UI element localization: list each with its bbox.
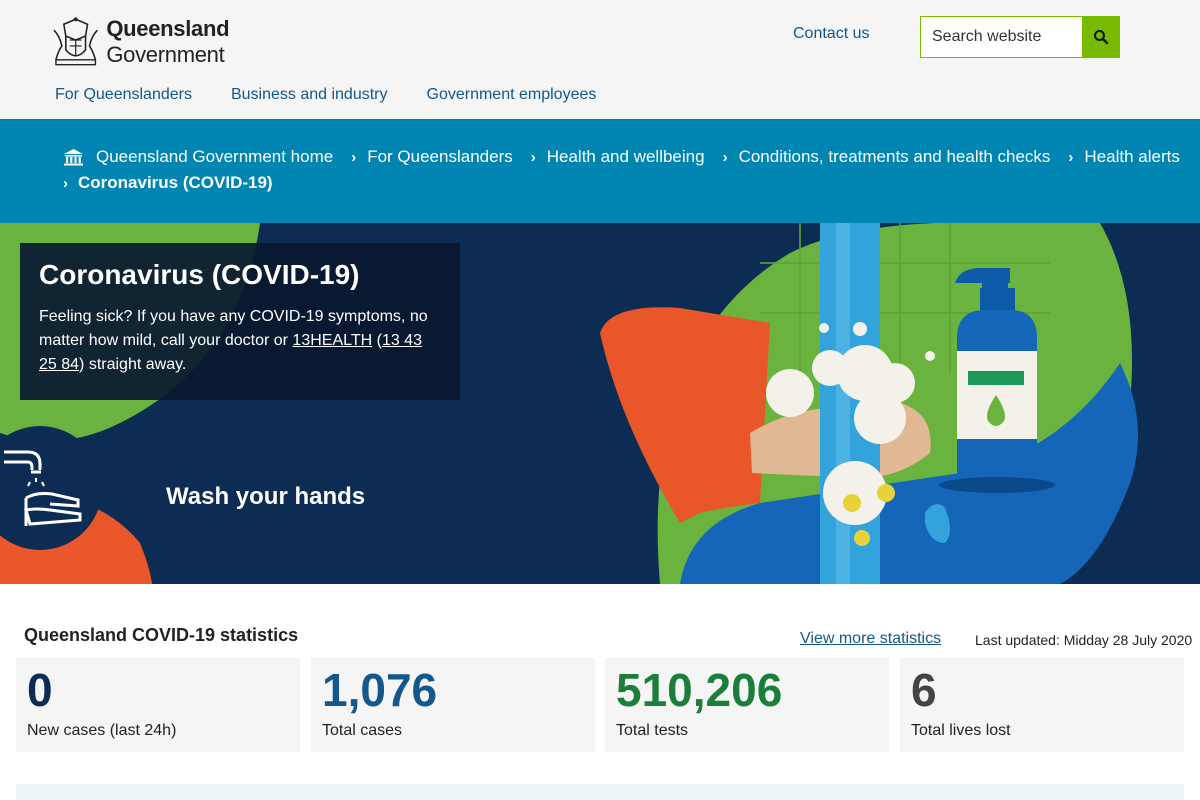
coat-of-arms-icon bbox=[53, 17, 98, 66]
bank-building-icon bbox=[63, 148, 84, 166]
hero-title: Coronavirus (COVID-19) bbox=[39, 259, 360, 290]
hero-text: Feeling sick? If you have any COVID-19 s… bbox=[39, 305, 441, 377]
breadcrumb-label: Queensland Government home bbox=[96, 147, 334, 166]
stat-card-new-cases: 0 New cases (last 24h) bbox=[16, 658, 300, 752]
logo-bold-text: Queensland bbox=[106, 16, 230, 41]
view-more-statistics-link[interactable]: View more statistics bbox=[800, 630, 941, 648]
search-form bbox=[920, 16, 1120, 58]
logo-light-text: Government bbox=[106, 42, 225, 67]
qld-gov-logo[interactable]: Queensland Government bbox=[50, 16, 350, 68]
breadcrumb: Queensland Government home › For Queensl… bbox=[0, 119, 1200, 223]
stat-label: Total cases bbox=[322, 722, 403, 739]
hero-banner: Coronavirus (COVID-19) Feeling sick? If … bbox=[0, 223, 1200, 584]
chevron-right-icon: › bbox=[1068, 148, 1074, 166]
breadcrumb-item-health-alerts[interactable]: Health alerts bbox=[1084, 147, 1179, 167]
stat-card-total-cases: 1,076 Total cases bbox=[311, 658, 595, 752]
chevron-right-icon: › bbox=[722, 148, 728, 166]
stat-value: 6 bbox=[911, 664, 937, 716]
breadcrumb-item-for-queenslanders[interactable]: For Queenslanders bbox=[367, 147, 513, 167]
search-icon bbox=[1094, 30, 1109, 45]
stat-card-lives-lost: 6 Total lives lost bbox=[900, 658, 1184, 752]
stat-value: 510,206 bbox=[616, 664, 783, 716]
wash-hands-caption: Wash your hands bbox=[166, 483, 366, 510]
breadcrumb-item-home[interactable]: Queensland Government home bbox=[63, 147, 333, 167]
stat-card-total-tests: 510,206 Total tests bbox=[605, 658, 889, 752]
stat-value: 0 bbox=[27, 664, 53, 716]
breadcrumb-item-conditions[interactable]: Conditions, treatments and health checks bbox=[739, 147, 1051, 167]
nav-business-industry[interactable]: Business and industry bbox=[231, 86, 388, 104]
stat-label: Total tests bbox=[616, 722, 689, 739]
chevron-right-icon: › bbox=[530, 148, 536, 166]
chevron-right-icon: › bbox=[63, 174, 68, 192]
stat-value: 1,076 bbox=[322, 664, 438, 716]
last-updated-text: Last updated: Midday 28 July 2020 bbox=[975, 632, 1193, 648]
13health-link[interactable]: 13HEALTH bbox=[292, 332, 372, 349]
stat-label: New cases (last 24h) bbox=[27, 722, 177, 739]
next-section-panel bbox=[16, 784, 1184, 800]
stat-label: Total lives lost bbox=[911, 722, 1011, 739]
logo-wordmark: Queensland Government bbox=[106, 16, 350, 68]
contact-us-link[interactable]: Contact us bbox=[793, 25, 869, 43]
hero-text-paren: ( bbox=[372, 332, 382, 349]
breadcrumb-item-health-wellbeing[interactable]: Health and wellbeing bbox=[547, 147, 705, 167]
chevron-right-icon: › bbox=[351, 148, 357, 166]
main-nav: For Queenslanders Business and industry … bbox=[55, 86, 635, 104]
search-input[interactable] bbox=[920, 16, 1082, 58]
hero-text-outro: ) straight away. bbox=[79, 356, 187, 373]
covid-alert-box: Coronavirus (COVID-19) Feeling sick? If … bbox=[20, 243, 460, 400]
breadcrumb-row-current: › Coronavirus (COVID-19) bbox=[63, 173, 273, 193]
stats-title: Queensland COVID-19 statistics bbox=[24, 625, 299, 645]
site-header: Queensland Government Contact us For Que… bbox=[0, 0, 1200, 119]
nav-for-queenslanders[interactable]: For Queenslanders bbox=[55, 86, 192, 104]
breadcrumb-row: Queensland Government home › For Queensl… bbox=[63, 147, 1180, 167]
search-button[interactable] bbox=[1082, 16, 1120, 58]
handwash-icon bbox=[4, 450, 82, 526]
nav-government-employees[interactable]: Government employees bbox=[427, 86, 597, 104]
breadcrumb-current: Coronavirus (COVID-19) bbox=[78, 173, 273, 192]
